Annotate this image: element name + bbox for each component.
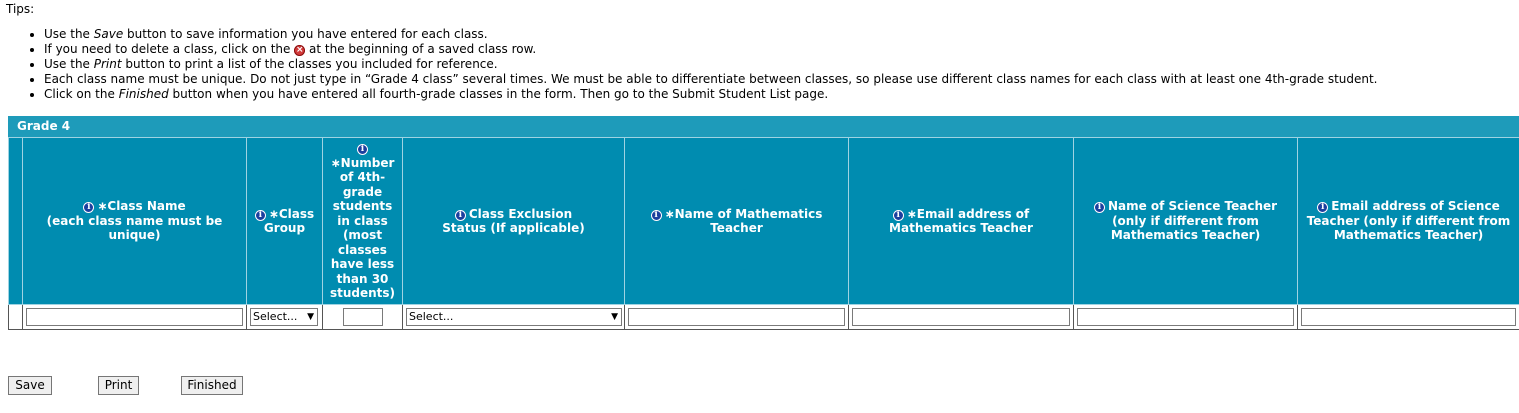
math-email-header: i ∗Email address of Mathematics Teacher <box>848 137 1074 305</box>
class-group-header: i ∗Class Group <box>246 137 323 305</box>
info-icon[interactable]: i <box>1317 202 1329 214</box>
tip-item: Click on the Finished button when you ha… <box>44 87 1378 102</box>
class-table: i ∗Class Name (each class name must be un… <box>8 137 1519 330</box>
num-students-input[interactable] <box>342 308 383 326</box>
required-asterisk: ∗ <box>268 206 279 221</box>
info-icon[interactable]: i <box>454 209 466 221</box>
tip-item: Each class name must be unique. Do not j… <box>44 72 1378 87</box>
table-row: Select... ▼ Select... ▼ <box>8 304 1519 330</box>
tips-title: Tips: <box>6 2 35 16</box>
required-asterisk: ∗ <box>97 199 108 214</box>
info-icon[interactable]: i <box>1093 202 1105 214</box>
finished-term: Finished <box>118 87 169 101</box>
math-teacher-cell <box>624 304 849 330</box>
delete-x-icon: × <box>294 45 306 56</box>
tips-list: Use the Save button to save information … <box>0 27 1378 102</box>
info-icon[interactable]: i <box>892 209 904 221</box>
class-exclusion-select[interactable]: Select... ▼ <box>406 308 622 326</box>
save-button[interactable]: Save <box>8 376 52 395</box>
delete-cell <box>8 304 23 330</box>
info-icon[interactable]: i <box>254 209 266 221</box>
tip-item: Use the Save button to save information … <box>44 27 1378 42</box>
class-name-cell <box>22 304 247 330</box>
science-email-cell <box>1297 304 1519 330</box>
required-asterisk: ∗ <box>906 206 917 221</box>
math-teacher-header: i ∗Name of Mathematics Teacher <box>624 137 849 305</box>
class-name-input[interactable] <box>26 308 243 326</box>
finished-button[interactable]: Finished <box>181 376 243 395</box>
required-asterisk: ∗ <box>330 155 341 170</box>
class-grid: Grade 4 i ∗Class Name (each class name mu… <box>8 116 1519 330</box>
science-email-header: i Email address of Science Teacher (only … <box>1297 137 1519 305</box>
class-group-cell: Select... ▼ <box>246 304 323 330</box>
info-icon[interactable]: i <box>357 144 368 156</box>
science-teacher-header: i Name of Science Teacher (only if differ… <box>1073 137 1298 305</box>
print-button[interactable]: Print <box>98 376 139 395</box>
info-icon[interactable]: i <box>650 209 662 221</box>
save-term: Save <box>93 27 124 41</box>
math-teacher-input[interactable] <box>628 308 845 326</box>
num-students-header: i ∗Number of 4th-grade students in class… <box>322 137 403 305</box>
chevron-down-icon: ▼ <box>611 312 618 322</box>
header-row: i ∗Class Name (each class name must be un… <box>8 137 1519 305</box>
grade-title: Grade 4 <box>8 116 1519 137</box>
num-students-cell <box>322 304 403 330</box>
info-icon[interactable]: i <box>83 202 95 214</box>
science-email-input[interactable] <box>1301 308 1516 326</box>
tip-item: Use the Print button to print a list of … <box>44 57 1378 72</box>
math-email-input[interactable] <box>852 308 1070 326</box>
class-name-header: i ∗Class Name (each class name must be un… <box>22 137 247 305</box>
class-group-select[interactable]: Select... ▼ <box>250 308 318 326</box>
science-teacher-cell <box>1073 304 1298 330</box>
tip-item: If you need to delete a class, click on … <box>44 42 1378 57</box>
class-exclusion-header: i Class Exclusion Status (If applicable) <box>402 137 625 305</box>
math-email-cell <box>848 304 1074 330</box>
chevron-down-icon: ▼ <box>307 312 314 322</box>
delete-column-header <box>8 137 23 305</box>
science-teacher-input[interactable] <box>1077 308 1294 326</box>
required-asterisk: ∗ <box>664 206 675 221</box>
class-exclusion-cell: Select... ▼ <box>402 304 625 330</box>
print-term: Print <box>93 57 122 71</box>
